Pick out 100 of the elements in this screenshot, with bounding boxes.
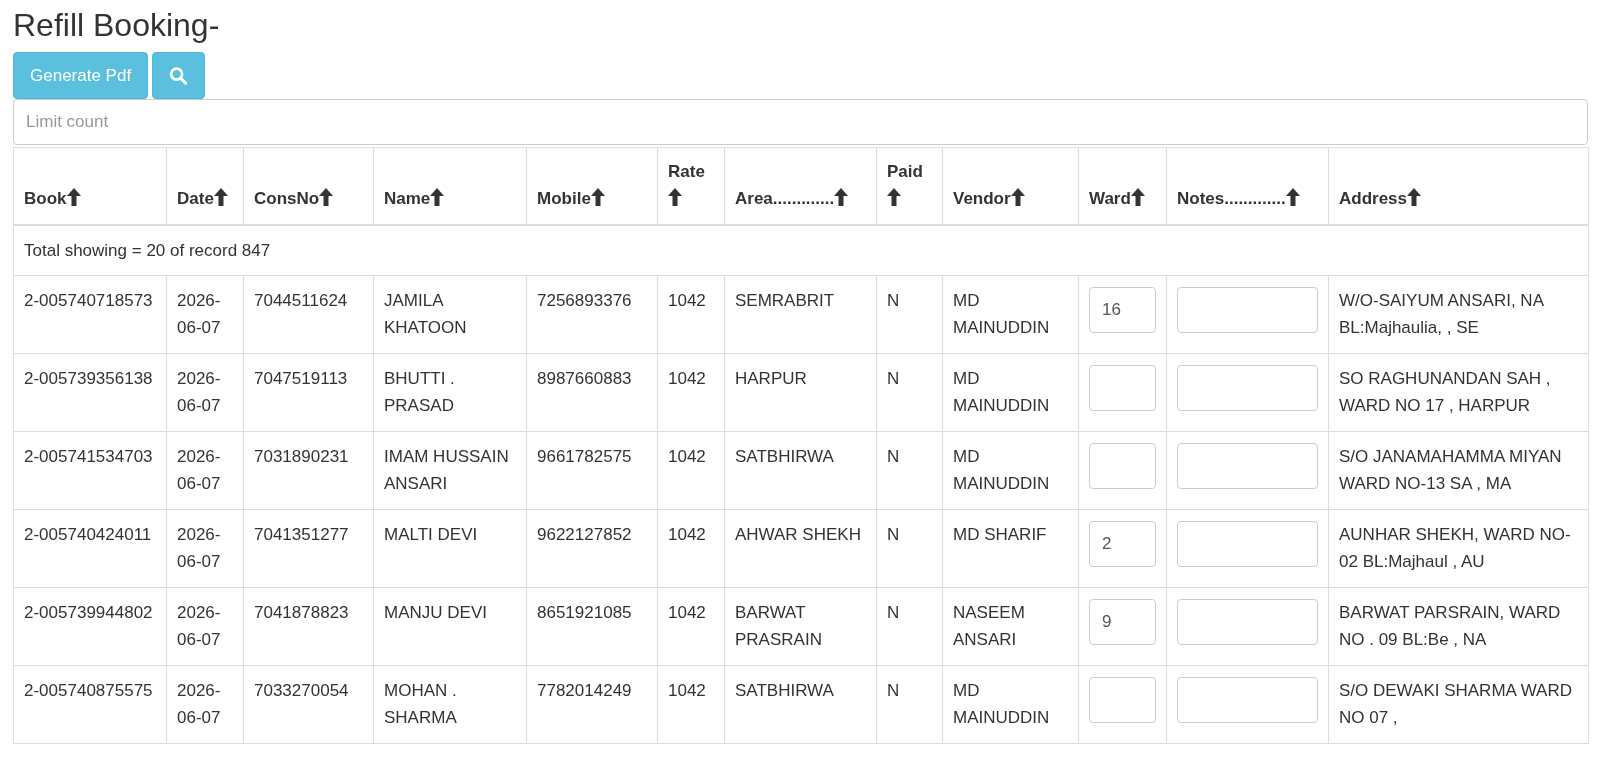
column-header: Vendor <box>953 189 1011 209</box>
notes-field[interactable] <box>1177 364 1318 411</box>
table-cell: BARWAT PARSRAIN, WARD NO . 09 BL:Be , NA <box>1339 602 1561 649</box>
table-cell: MOHAN . SHARMA <box>384 680 457 727</box>
table-cell: 2-005740424011 <box>24 524 152 544</box>
table-cell: HARPUR <box>735 368 807 388</box>
notes-field[interactable] <box>1177 598 1318 645</box>
sort-arrow-icon[interactable] <box>590 188 605 207</box>
sort-arrow-icon[interactable] <box>430 188 445 207</box>
sort-arrow-icon[interactable] <box>319 188 334 207</box>
sort-arrow-icon[interactable] <box>1130 188 1145 207</box>
table-cell: BARWAT PRASRAIN <box>735 602 822 649</box>
table-cell: N <box>887 446 900 466</box>
table-cell: 2026-06-07 <box>177 368 221 415</box>
table-cell: 7047519113 <box>254 368 348 388</box>
table-cell: 7031890231 <box>254 446 349 466</box>
search-icon <box>169 65 189 86</box>
table-cell: 9622127852 <box>537 524 632 544</box>
table-cell: 2-005741534703 <box>24 446 153 466</box>
table-cell: S/O DEWAKI SHARMA WARD NO 07 , <box>1339 680 1572 727</box>
ward-field[interactable] <box>1089 442 1156 489</box>
table-cell: 2-005740875575 <box>24 680 153 700</box>
table-cell: N <box>887 368 900 388</box>
page-title: Refill Booking- <box>13 6 221 45</box>
table-cell: NASEEM ANSARI <box>953 602 1025 649</box>
ward-field[interactable]: 16 <box>1089 286 1156 333</box>
table-cell: 8987660883 <box>537 368 632 388</box>
notes-field[interactable] <box>1177 286 1318 333</box>
table-cell: 7041878823 <box>254 602 349 622</box>
table-cell: N <box>887 290 900 310</box>
table-cell: 7044511624 <box>254 290 348 310</box>
table-cell: SO RAGHUNANDAN SAH , WARD NO 17 , HARPUR <box>1339 368 1551 415</box>
sort-arrow-icon[interactable] <box>1285 188 1300 207</box>
table-cell: N <box>887 524 900 544</box>
column-header: Book <box>24 189 67 209</box>
table-cell: 1042 <box>668 602 706 622</box>
table-cell: N <box>887 602 900 622</box>
table-cell: BHUTTI . PRASAD <box>384 368 455 415</box>
table-cell: MD SHARIF <box>953 524 1047 544</box>
table-cell: W/O-SAIYUM ANSARI, NA BL:Majhaulia, , SE <box>1339 290 1544 337</box>
table-cell: AUNHAR SHEKH, WARD NO-02 BL:Majhaul , AU <box>1339 524 1571 571</box>
table-cell: MD MAINUDDIN <box>953 446 1050 493</box>
sort-arrow-icon[interactable] <box>1010 188 1025 207</box>
table-cell: 2026-06-07 <box>177 602 221 649</box>
ward-field[interactable]: 9 <box>1089 598 1156 645</box>
table-cell: 1042 <box>668 524 706 544</box>
table-cell: JAMILA KHATOON <box>384 290 467 337</box>
column-header: Ward <box>1089 189 1131 209</box>
table-cell: SATBHIRWA <box>735 446 834 466</box>
table-cell: 2026-06-07 <box>177 446 221 493</box>
table-cell: MD MAINUDDIN <box>953 368 1050 415</box>
sort-arrow-icon[interactable] <box>213 188 228 207</box>
sort-arrow-icon[interactable] <box>887 188 901 207</box>
table-cell: 2-005739356138 <box>24 368 153 388</box>
sort-arrow-icon[interactable] <box>66 188 81 207</box>
notes-field[interactable] <box>1177 520 1318 567</box>
notes-field[interactable] <box>1177 676 1318 723</box>
record-count: Total showing = 20 of record 847 <box>24 241 271 261</box>
table-cell: 9661782575 <box>537 446 632 466</box>
column-header: Area............. <box>735 189 835 209</box>
table-cell: 1042 <box>668 368 706 388</box>
column-header: Mobile <box>537 189 591 209</box>
column-header: Date <box>177 189 214 209</box>
table-cell: 1042 <box>668 680 706 700</box>
table-cell: 2-005739944802 <box>24 602 153 622</box>
column-header: Notes............. <box>1177 189 1286 209</box>
ward-field[interactable]: 2 <box>1089 520 1156 567</box>
table-cell: 2026-06-07 <box>177 290 221 337</box>
table-cell: 8651921085 <box>537 602 632 622</box>
table-cell: SEMRABRIT <box>735 290 835 310</box>
table-cell: 1042 <box>668 446 706 466</box>
table-cell: 2026-06-07 <box>177 524 221 571</box>
table-cell: MANJU DEVI <box>384 602 487 622</box>
notes-field[interactable] <box>1177 442 1318 489</box>
table-cell: MD MAINUDDIN <box>953 290 1050 337</box>
table-cell: IMAM HUSSAIN ANSARI <box>384 446 509 493</box>
column-header: Address <box>1339 189 1408 209</box>
table-cell: 7033270054 <box>254 680 349 700</box>
table-cell: MD MAINUDDIN <box>953 680 1050 727</box>
ward-field[interactable] <box>1089 676 1156 723</box>
limit-count-field[interactable]: Limit count <box>13 99 1588 146</box>
sort-arrow-icon[interactable] <box>1407 188 1422 207</box>
sort-arrow-icon[interactable] <box>834 188 849 207</box>
table-cell: 7256893376 <box>537 290 632 310</box>
table-cell: N <box>887 680 900 700</box>
column-header: Name <box>384 189 431 209</box>
sort-arrow-icon[interactable] <box>668 188 682 207</box>
table-cell: 1042 <box>668 290 706 310</box>
table-cell: AHWAR SHEKH <box>735 524 861 544</box>
table-cell: S/O JANAMAHAMMA MIYAN WARD NO-13 SA , MA <box>1339 446 1562 493</box>
table-cell: 2-005740718573 <box>24 290 153 310</box>
column-header: Paid <box>887 162 923 182</box>
column-header: ConsNo <box>254 189 320 209</box>
table-cell: MALTI DEVI <box>384 524 478 544</box>
table-cell: 7041351277 <box>254 524 349 544</box>
table-cell: SATBHIRWA <box>735 680 834 700</box>
ward-field[interactable] <box>1089 364 1156 411</box>
table-cell: 2026-06-07 <box>177 680 221 727</box>
column-header: Rate <box>668 162 705 182</box>
table-cell: 7782014249 <box>537 680 632 700</box>
